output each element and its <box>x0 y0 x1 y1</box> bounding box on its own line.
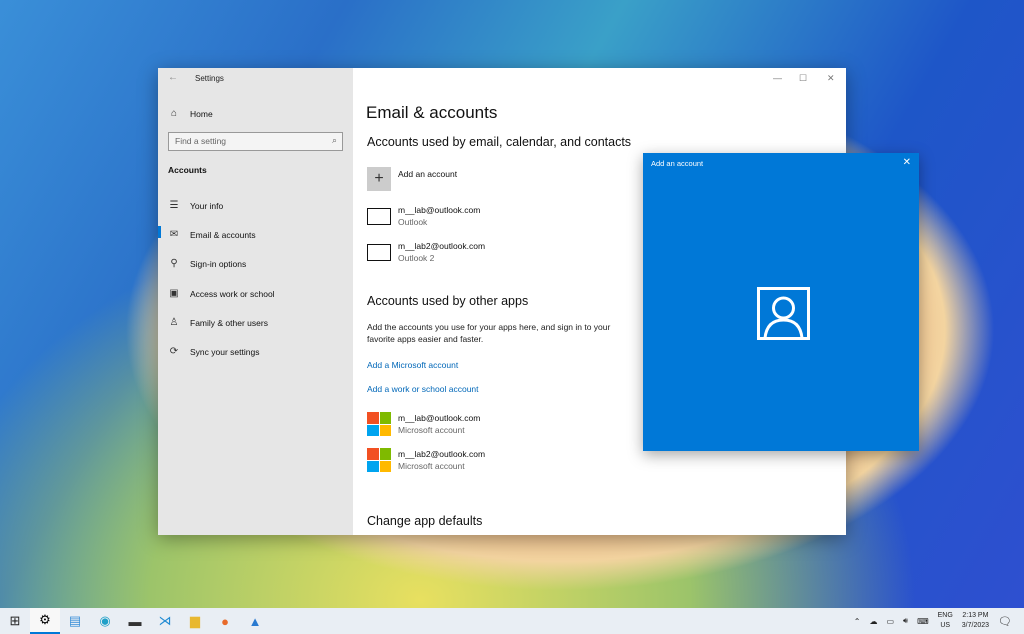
window-title: Settings <box>195 74 224 83</box>
clock[interactable]: 2:13 PM 3/7/2023 <box>962 611 989 631</box>
date: 3/7/2023 <box>961 622 990 629</box>
minimize-button[interactable]: — <box>773 73 782 83</box>
account-type: Microsoft account <box>398 425 465 435</box>
taskbar-control-panel-icon[interactable]: ▤ <box>60 608 90 634</box>
sync-icon: ⟳ <box>169 346 179 357</box>
microsoft-logo-icon <box>367 412 391 436</box>
system-tray: ⌃ ☁ ▭ 🔊︎ ⌨ ENG US 2:13 PM 3/7/2023 🗨︎ <box>854 608 1024 634</box>
sidebar-item-email-accounts[interactable]: ✉ Email & accounts <box>168 229 256 240</box>
add-microsoft-account-link[interactable]: Add a Microsoft account <box>367 360 458 370</box>
dialog-title: Add an account <box>651 159 704 168</box>
plus-icon: + <box>367 167 391 191</box>
account-email: m__lab@outlook.com <box>398 205 481 215</box>
page-title: Email & accounts <box>366 103 498 122</box>
add-account-label: Add an account <box>398 169 458 179</box>
account-email: m__lab2@outlook.com <box>398 449 486 459</box>
add-account-button[interactable]: + Add an account <box>367 167 457 191</box>
add-work-account-link[interactable]: Add a work or school account <box>367 384 479 394</box>
section-description: Add the accounts you use for your apps h… <box>367 322 611 344</box>
microsoft-logo-icon <box>367 448 391 472</box>
account-type: Outlook <box>398 217 428 227</box>
nav-label: Family & other users <box>190 317 268 328</box>
time: 2:13 PM <box>962 612 989 619</box>
sidebar-item-your-info[interactable]: ☰ Your info <box>168 200 224 211</box>
onedrive-icon[interactable]: ☁ <box>869 617 877 626</box>
chevron-up-icon[interactable]: ⌃ <box>854 617 861 626</box>
list-item[interactable]: m__lab@outlook.com Outlook <box>367 205 480 227</box>
region-code: US <box>940 622 951 629</box>
notifications-icon[interactable]: 🗨︎ <box>998 615 1012 628</box>
sidebar-item-sync[interactable]: ⟳ Sync your settings <box>168 346 260 357</box>
taskbar-photos-icon[interactable]: ▲ <box>240 608 270 634</box>
nav-label: Email & accounts <box>190 229 256 240</box>
list-item[interactable]: m__lab2@outlook.com Microsoft account <box>367 448 485 472</box>
taskbar: ⊞ ⚙ ▤ ◉ ▬ ⋊ ▆ ● ▲ ⌃ ☁ ▭ 🔊︎ ⌨ ENG US 2:13 … <box>0 608 1024 634</box>
sidebar-item-family[interactable]: ♙ Family & other users <box>168 317 268 328</box>
taskbar-terminal-icon[interactable]: ▬ <box>120 608 150 634</box>
account-type: Outlook 2 <box>398 253 435 263</box>
mail-icon <box>367 207 391 225</box>
close-button[interactable]: ✕ <box>827 73 835 84</box>
keyboard-icon[interactable]: ⌨ <box>917 617 929 626</box>
taskbar-file-explorer-icon[interactable]: ▆ <box>180 608 210 634</box>
search-icon: ⌕ <box>331 135 337 145</box>
back-arrow-icon[interactable]: ← <box>168 72 178 83</box>
nav-label: Your info <box>190 200 224 211</box>
nav-label: Access work or school <box>190 288 275 299</box>
selection-indicator <box>158 226 161 238</box>
nav-label: Sign-in options <box>190 258 247 269</box>
key-icon: ⚲ <box>170 258 178 269</box>
volume-icon[interactable]: 🔊︎ <box>903 616 908 626</box>
search-placeholder: Find a setting <box>175 136 227 146</box>
home-icon: ⌂ <box>170 108 178 119</box>
briefcase-icon: ▣ <box>169 288 179 299</box>
network-icon[interactable]: ▭ <box>886 617 894 626</box>
account-type: Microsoft account <box>398 461 465 471</box>
list-item[interactable]: m__lab2@outlook.com Outlook 2 <box>367 241 485 263</box>
lang-code: ENG <box>937 612 953 619</box>
sidebar-item-home[interactable]: ⌂ Home <box>168 108 213 119</box>
sidebar-item-access-work[interactable]: ▣ Access work or school <box>168 288 275 299</box>
home-label: Home <box>190 108 213 119</box>
start-button[interactable]: ⊞ <box>0 608 30 634</box>
mail-icon: ✉ <box>169 229 179 240</box>
section-heading: Accounts used by email, calendar, and co… <box>367 135 632 149</box>
taskbar-settings-gear-icon[interactable]: ⚙ <box>30 608 60 634</box>
list-item[interactable]: m__lab@outlook.com Microsoft account <box>367 412 480 436</box>
taskbar-vscode-icon[interactable]: ⋊ <box>150 608 180 634</box>
dialog-close-button[interactable]: ✕ <box>903 157 911 168</box>
section-heading: Change app defaults <box>367 514 483 528</box>
taskbar-firefox-icon[interactable]: ● <box>210 608 240 634</box>
account-email: m__lab@outlook.com <box>398 413 481 423</box>
taskbar-edge-icon[interactable]: ◉ <box>90 608 120 634</box>
person-list-icon: ☰ <box>169 200 179 211</box>
category-heading: Accounts <box>168 165 207 175</box>
nav-label: Sync your settings <box>190 346 260 357</box>
language-indicator[interactable]: ENG US <box>938 611 953 631</box>
sidebar: ← Settings ⌂ Home Find a setting ⌕ Account… <box>158 68 353 535</box>
person-add-icon: ♙ <box>169 317 179 328</box>
mail-icon <box>367 243 391 261</box>
sidebar-item-sign-in-options[interactable]: ⚲ Sign-in options <box>168 258 246 269</box>
user-account-icon <box>757 287 810 340</box>
maximize-button[interactable]: ☐ <box>799 73 807 84</box>
search-input[interactable]: Find a setting ⌕ <box>168 132 343 151</box>
add-account-dialog: Add an account ✕ <box>643 153 919 451</box>
account-email: m__lab2@outlook.com <box>398 241 486 251</box>
section-heading: Accounts used by other apps <box>367 294 529 308</box>
